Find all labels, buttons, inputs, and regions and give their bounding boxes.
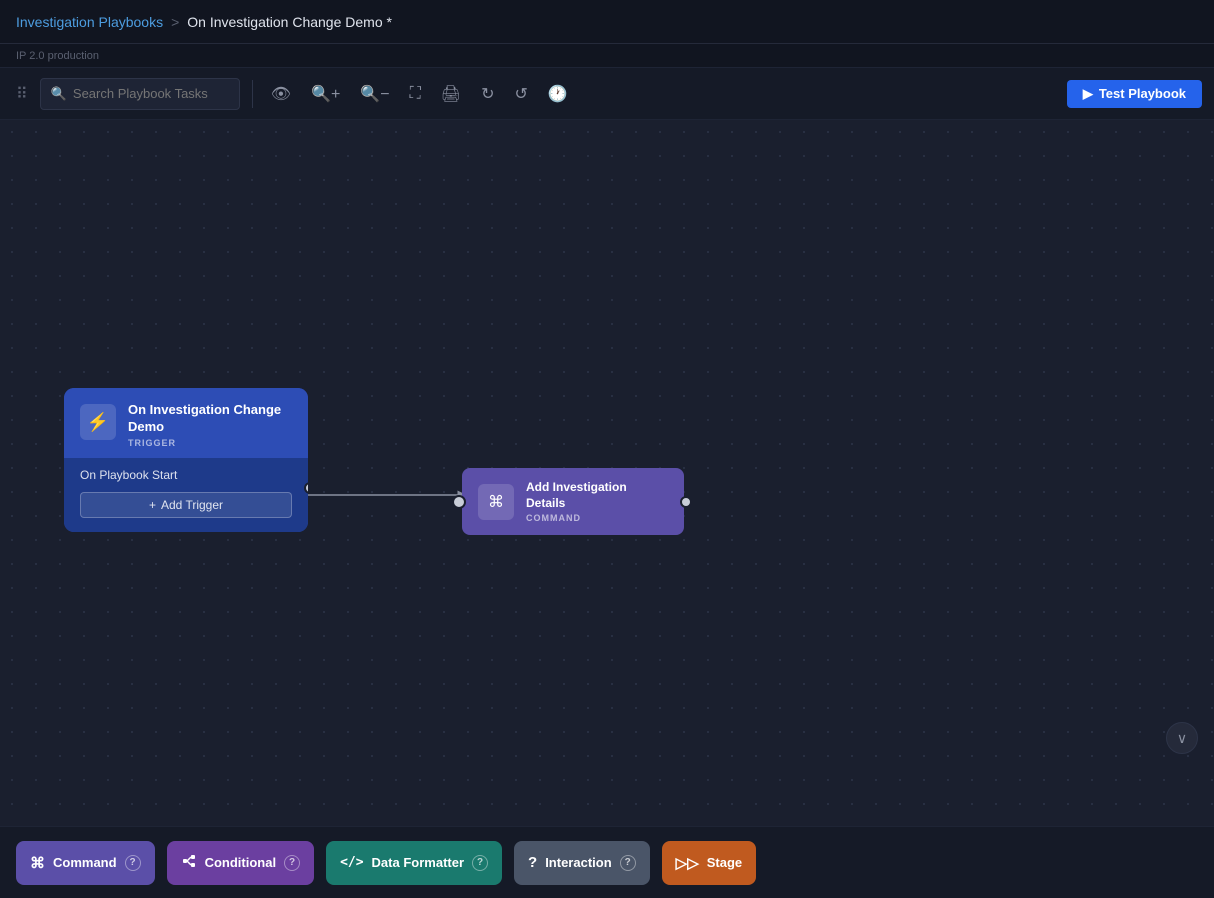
- chip-data-formatter[interactable]: </> Data Formatter ?: [326, 841, 502, 885]
- toolbar: ⠿ 🔍 👁 🔍+ 🔍− ⛶ 🖨 ↻ ↺ 🕐 ▶ Test Playbook: [0, 68, 1214, 120]
- trigger-node-text: On Investigation Change Demo TRIGGER: [128, 402, 292, 448]
- chip-conditional[interactable]: Conditional ?: [167, 841, 315, 885]
- conditional-chip-icon: [181, 853, 197, 873]
- trigger-node[interactable]: ⚡ On Investigation Change Demo TRIGGER O…: [64, 388, 308, 532]
- print-button[interactable]: 🖨: [435, 78, 467, 110]
- command-chip-label: Command: [53, 855, 117, 870]
- zoom-in-icon: 🔍+: [311, 84, 340, 104]
- trigger-node-label: On Playbook Start: [80, 468, 292, 482]
- stage-chip-label: Stage: [707, 855, 742, 870]
- command-node-info: Add Investigation Details COMMAND: [526, 480, 668, 523]
- refresh-button[interactable]: ↻: [475, 78, 500, 110]
- stage-chip-icon: ▷▷: [676, 854, 699, 872]
- history-icon: 🕐: [548, 84, 568, 104]
- search-icon: 🔍: [51, 86, 67, 102]
- add-trigger-label: Add Trigger: [161, 498, 223, 512]
- interaction-chip-help[interactable]: ?: [620, 855, 636, 871]
- zoom-out-button[interactable]: 🔍−: [354, 78, 395, 110]
- trigger-node-title: On Investigation Change Demo: [128, 402, 292, 436]
- zoom-in-button[interactable]: 🔍+: [305, 78, 346, 110]
- sub-info-text: IP 2.0 production: [16, 50, 99, 62]
- search-box[interactable]: 🔍: [40, 78, 240, 110]
- chip-command[interactable]: ⌘ Command ?: [16, 841, 155, 885]
- chip-interaction[interactable]: ? Interaction ?: [514, 841, 650, 885]
- print-icon: 🖨: [441, 84, 461, 104]
- eye-icon: 👁: [271, 84, 291, 104]
- toolbar-separator-1: [252, 80, 253, 108]
- bottom-toolbar: ⌘ Command ? Conditional ? </> Data Forma…: [0, 826, 1214, 898]
- top-nav: Investigation Playbooks > On Investigati…: [0, 0, 1214, 44]
- chevron-down-icon: ∨: [1177, 730, 1187, 747]
- refresh-icon: ↻: [481, 84, 494, 104]
- add-trigger-plus-icon: +: [149, 498, 156, 512]
- trigger-node-header: ⚡ On Investigation Change Demo TRIGGER: [64, 388, 308, 458]
- breadcrumb-current: On Investigation Change Demo *: [187, 14, 392, 30]
- command-node-title: Add Investigation Details: [526, 480, 668, 511]
- undo-button[interactable]: ↺: [508, 78, 533, 110]
- conditional-chip-label: Conditional: [205, 855, 277, 870]
- trigger-connector-dot: [304, 482, 308, 494]
- test-playbook-button[interactable]: ▶ Test Playbook: [1067, 80, 1202, 108]
- data-formatter-chip-icon: </>: [340, 855, 363, 870]
- command-node-badge: COMMAND: [526, 513, 668, 523]
- data-formatter-chip-label: Data Formatter: [372, 855, 464, 870]
- canvas: ⚡ On Investigation Change Demo TRIGGER O…: [0, 120, 1214, 826]
- command-icon: ⌘: [488, 492, 504, 512]
- history-button[interactable]: 🕐: [542, 78, 574, 110]
- search-input[interactable]: [73, 86, 213, 101]
- fit-button[interactable]: ⛶: [404, 79, 427, 109]
- conditional-chip-help[interactable]: ?: [284, 855, 300, 871]
- interaction-chip-label: Interaction: [545, 855, 611, 870]
- command-connector-dot-right: [680, 496, 692, 508]
- command-chip-icon: ⌘: [30, 854, 45, 872]
- breadcrumb-separator: >: [171, 14, 179, 30]
- visibility-toggle-button[interactable]: 👁: [265, 78, 297, 110]
- play-icon: ▶: [1083, 86, 1093, 102]
- zoom-out-icon: 🔍−: [360, 84, 389, 104]
- trigger-node-body: On Playbook Start + Add Trigger: [64, 458, 308, 532]
- command-chip-help[interactable]: ?: [125, 855, 141, 871]
- sub-info-bar: IP 2.0 production: [0, 44, 1214, 68]
- lightning-icon: ⚡: [87, 412, 109, 433]
- drag-handle-icon[interactable]: ⠿: [12, 80, 32, 108]
- trigger-icon-wrap: ⚡: [80, 404, 116, 440]
- bottom-panel-toggle-button[interactable]: ∨: [1166, 722, 1198, 754]
- command-connector-dot-left: [452, 495, 466, 509]
- chip-stage[interactable]: ▷▷ Stage: [662, 841, 756, 885]
- interaction-chip-icon: ?: [528, 854, 537, 871]
- command-node[interactable]: ⌘ Add Investigation Details COMMAND: [462, 468, 684, 535]
- test-playbook-label: Test Playbook: [1099, 86, 1186, 101]
- fit-icon: ⛶: [410, 85, 421, 103]
- trigger-node-badge: TRIGGER: [128, 438, 292, 448]
- command-icon-wrap: ⌘: [478, 484, 514, 520]
- breadcrumb-link[interactable]: Investigation Playbooks: [16, 14, 163, 30]
- undo-icon: ↺: [514, 84, 527, 104]
- data-formatter-chip-help[interactable]: ?: [472, 855, 488, 871]
- add-trigger-button[interactable]: + Add Trigger: [80, 492, 292, 518]
